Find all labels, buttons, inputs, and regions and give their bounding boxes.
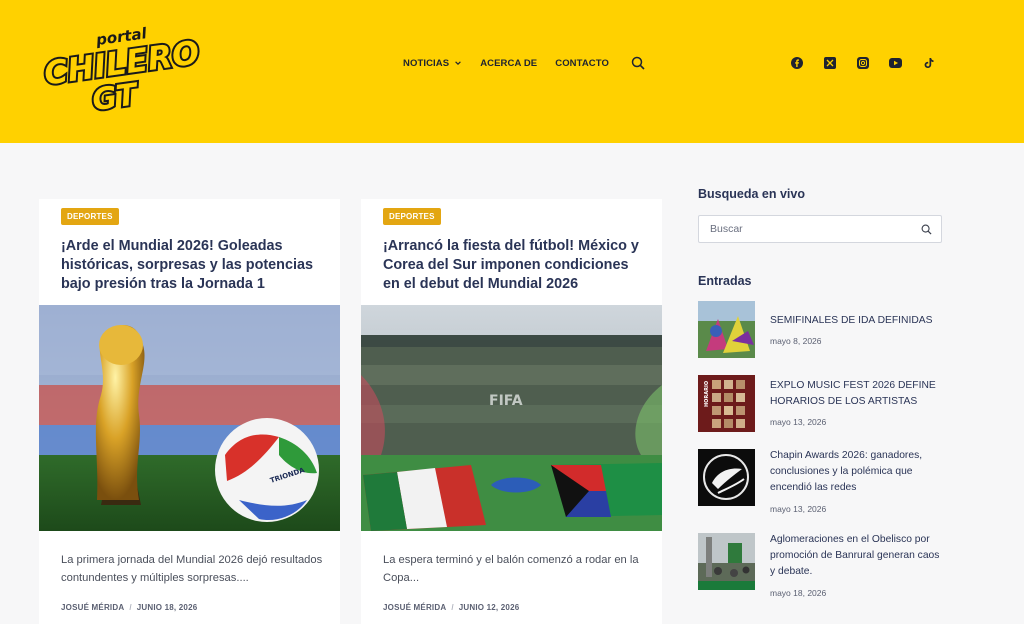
search-icon[interactable] xyxy=(921,224,932,235)
article-excerpt: La espera terminó y el balón comenzó a r… xyxy=(383,554,639,584)
post-date: mayo 13, 2026 xyxy=(770,504,827,514)
youtube-icon[interactable] xyxy=(889,56,902,69)
post-thumbnail[interactable] xyxy=(698,533,755,590)
post-title[interactable]: Chapin Awards 2026: ganadores, conclusio… xyxy=(770,448,942,496)
article-card[interactable]: DEPORTES ¡Arde el Mundial 2026! Goleadas… xyxy=(39,199,340,624)
article-title[interactable]: ¡Arde el Mundial 2026! Goleadas históric… xyxy=(61,237,323,294)
main-nav: NOTICIAS ACERCA DE CONTACTO xyxy=(403,56,645,70)
search-box[interactable] xyxy=(698,215,942,243)
instagram-icon[interactable] xyxy=(856,56,869,69)
post-thumbnail[interactable]: HORARIO xyxy=(698,375,755,432)
article-excerpt: La primera jornada del Mundial 2026 dejó… xyxy=(61,554,323,584)
main-content: DEPORTES ¡Arde el Mundial 2026! Goleadas… xyxy=(0,143,1024,624)
article-author[interactable]: JOSUÉ MÉRIDA xyxy=(61,603,124,612)
nav-label-contacto[interactable]: CONTACTO xyxy=(555,58,609,69)
article-meta: JOSUÉ MÉRIDA / JUNIO 18, 2026 xyxy=(61,603,197,612)
article-image-stadium[interactable]: FIFA xyxy=(361,305,662,531)
article-date: JUNIO 18, 2026 xyxy=(136,603,198,612)
meta-separator: / xyxy=(451,603,454,612)
entries-heading: Entradas xyxy=(698,274,752,288)
nav-item-acerca[interactable]: ACERCA DE xyxy=(480,58,537,69)
thumb-horario-text: HORARIO xyxy=(704,381,710,407)
post-date: mayo 18, 2026 xyxy=(770,588,827,598)
nav-label-acerca[interactable]: ACERCA DE xyxy=(480,58,537,69)
sidebar: Busqueda en vivo Entradas SEMIFINALES DE… xyxy=(698,187,942,598)
logo-gt-text: GT xyxy=(90,77,142,112)
search-heading: Busqueda en vivo xyxy=(698,187,805,201)
nav-item-contacto[interactable]: CONTACTO xyxy=(555,58,609,69)
post-title[interactable]: Aglomeraciones en el Obelisco por promoc… xyxy=(770,532,942,580)
meta-separator: / xyxy=(129,603,132,612)
article-image-trophy-ball[interactable]: TRIONDA xyxy=(39,305,340,531)
site-header: portal CHILERO GT NOTICIAS ACERCA DE CON… xyxy=(0,0,1024,143)
chevron-down-icon xyxy=(455,61,462,66)
nav-item-noticias[interactable]: NOTICIAS xyxy=(403,58,462,69)
article-card[interactable]: DEPORTES ¡Arrancó la fiesta del fútbol! … xyxy=(361,199,662,624)
article-author[interactable]: JOSUÉ MÉRIDA xyxy=(383,603,446,612)
post-date: mayo 8, 2026 xyxy=(770,336,822,346)
post-thumbnail[interactable] xyxy=(698,449,755,506)
article-date: JUNIO 12, 2026 xyxy=(458,603,520,612)
post-title[interactable]: EXPLO MUSIC FEST 2026 DEFINE HORARIOS DE… xyxy=(770,378,942,410)
article-meta: JOSUÉ MÉRIDA / JUNIO 12, 2026 xyxy=(383,603,519,612)
nav-label-noticias[interactable]: NOTICIAS xyxy=(403,58,449,69)
x-icon[interactable] xyxy=(823,56,836,69)
category-badge[interactable]: DEPORTES xyxy=(383,208,441,225)
category-badge[interactable]: DEPORTES xyxy=(61,208,119,225)
social-links xyxy=(790,56,955,69)
site-logo[interactable]: portal CHILERO GT xyxy=(38,20,204,112)
post-thumbnail[interactable] xyxy=(698,301,755,358)
tiktok-icon[interactable] xyxy=(922,56,935,69)
search-icon[interactable] xyxy=(631,56,645,70)
search-input[interactable] xyxy=(710,223,910,235)
facebook-icon[interactable] xyxy=(790,56,803,69)
stadium-fifa-text: FIFA xyxy=(489,393,523,409)
article-title[interactable]: ¡Arrancó la fiesta del fútbol! México y … xyxy=(383,237,645,294)
post-date: mayo 13, 2026 xyxy=(770,417,827,427)
post-title[interactable]: SEMIFINALES DE IDA DEFINIDAS xyxy=(770,313,942,329)
